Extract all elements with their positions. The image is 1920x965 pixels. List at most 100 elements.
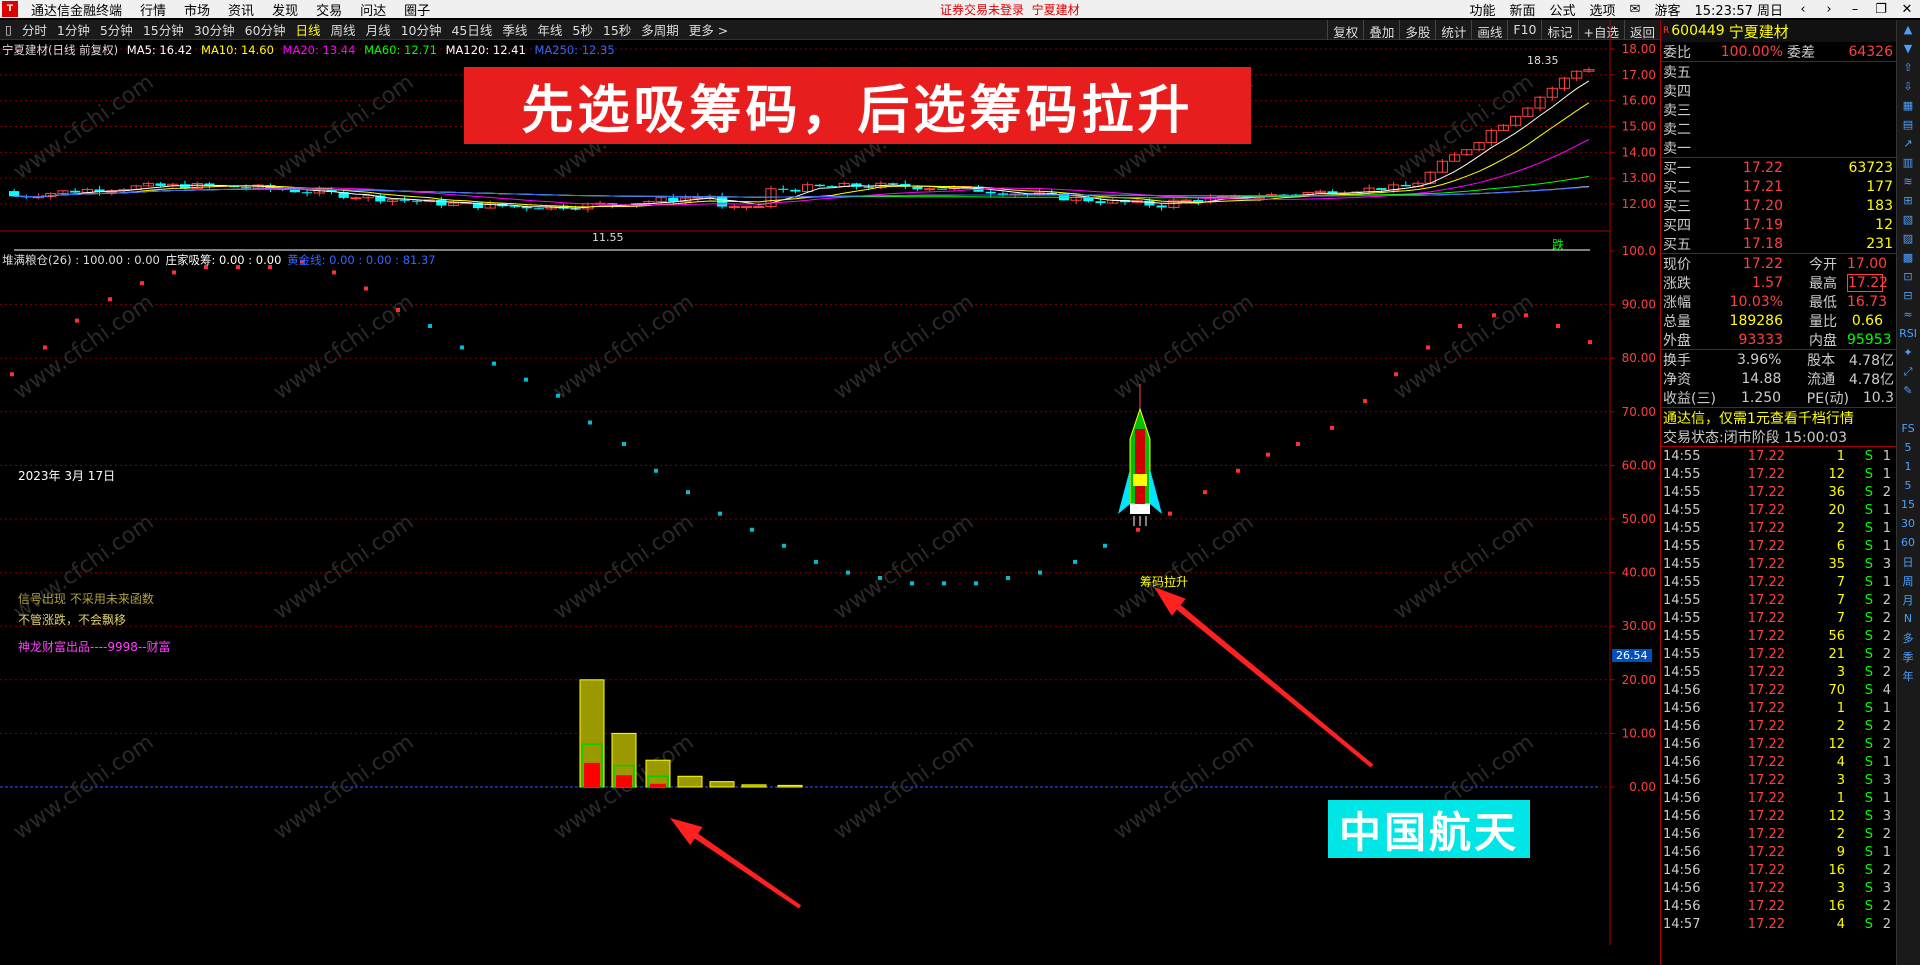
note-3: 神龙财富出品----9998--财富 <box>18 640 171 654</box>
indicator-bar-red <box>650 783 666 787</box>
side-tool-34[interactable]: 年 <box>1897 666 1919 685</box>
side-tool-0[interactable]: ▲ <box>1897 20 1919 39</box>
side-tool-20[interactable] <box>1897 400 1919 419</box>
buy-price: 17.20 <box>1742 197 1783 214</box>
side-tool-31[interactable]: N <box>1897 609 1919 628</box>
tick-row: 14:56 17.22 12 S 3 <box>1661 807 1896 825</box>
buy-row[interactable]: 买一 17.22 63723 <box>1661 158 1896 177</box>
side-tool-6[interactable]: ↗ <box>1897 134 1919 153</box>
tick-count: 1 <box>1882 790 1891 806</box>
tick-volume: 4 <box>1836 754 1845 770</box>
side-tool-19[interactable]: ✎ <box>1897 381 1919 400</box>
ind-tick-label: 50.00 <box>1622 512 1656 526</box>
indicator-dot <box>10 372 14 377</box>
sell-row[interactable]: 卖二 <box>1661 119 1896 138</box>
close-icon[interactable]: ✕ <box>1894 2 1920 17</box>
buy-row[interactable]: 买四 17.19 12 <box>1661 215 1896 234</box>
side-tool-21[interactable]: FS <box>1897 419 1919 438</box>
side-tool-9[interactable]: ⊞ <box>1897 191 1919 210</box>
fin-label-2: 流通 <box>1807 371 1836 388</box>
side-tool-4[interactable]: ▦ <box>1897 96 1919 115</box>
ind-tick-label: 80.00 <box>1622 351 1656 365</box>
side-tool-28[interactable]: 日 <box>1897 552 1919 571</box>
tick-side: S <box>1864 898 1873 914</box>
side-tool-17[interactable]: ✦ <box>1897 343 1919 362</box>
candle-body <box>570 208 581 210</box>
side-tool-10[interactable]: ▧ <box>1897 210 1919 229</box>
promo-text[interactable]: 通达信，仅需1元查看千档行情 <box>1661 408 1896 427</box>
tick-row: 14:56 17.22 9 S 1 <box>1661 843 1896 861</box>
indicator-dot <box>910 581 914 586</box>
tick-time: 14:55 <box>1663 556 1701 572</box>
tick-time: 14:56 <box>1663 790 1701 806</box>
candle-body <box>668 197 679 202</box>
indicator-dot <box>1458 324 1462 329</box>
tick-row: 14:55 17.22 1 S 1 <box>1661 447 1896 465</box>
side-tool-13[interactable]: ⊡ <box>1897 267 1919 286</box>
indicator-title-line: 堆满粮仓(26) : 100.00 : 0.00 庄家吸筹: 0.00 : 0.… <box>2 252 438 268</box>
tick-row: 14:56 17.22 3 S 3 <box>1661 879 1896 897</box>
side-tool-25[interactable]: 15 <box>1897 495 1919 514</box>
quote-label-1: 现价 <box>1663 256 1691 273</box>
tick-volume: 2 <box>1836 520 1845 536</box>
sell-row[interactable]: 卖四 <box>1661 81 1896 100</box>
side-tool-11[interactable]: ▨ <box>1897 229 1919 248</box>
sell-row[interactable]: 卖三 <box>1661 100 1896 119</box>
side-tool-1[interactable]: ▼ <box>1897 39 1919 58</box>
watermark: www.cfchi.com <box>269 290 418 405</box>
side-tool-33[interactable]: 季 <box>1897 647 1919 666</box>
side-tool-15[interactable]: ≈ <box>1897 305 1919 324</box>
restore-icon[interactable]: ❐ <box>1868 2 1894 17</box>
buy-row[interactable]: 买五 17.18 231 <box>1661 234 1896 253</box>
candle-body <box>155 183 166 186</box>
side-tool-5[interactable]: ▤ <box>1897 115 1919 134</box>
side-tool-22[interactable]: 5 <box>1897 438 1919 457</box>
tick-price: 17.22 <box>1747 574 1785 590</box>
side-tool-3[interactable]: ⇩ <box>1897 77 1919 96</box>
tick-time: 14:55 <box>1663 466 1701 482</box>
side-tool-8[interactable]: ≋ <box>1897 172 1919 191</box>
side-tool-12[interactable]: ▩ <box>1897 248 1919 267</box>
tick-price: 17.22 <box>1747 862 1785 878</box>
indicator-dot <box>428 324 432 329</box>
candle-body <box>1180 199 1192 202</box>
side-tool-7[interactable]: ▥ <box>1897 153 1919 172</box>
tick-row: 14:56 17.22 1 S 1 <box>1661 699 1896 717</box>
side-tool-16[interactable]: RSI <box>1897 324 1919 343</box>
sell-row[interactable]: 卖五 <box>1661 62 1896 81</box>
buy-row[interactable]: 买二 17.21 177 <box>1661 177 1896 196</box>
side-tool-18[interactable]: ⤢ <box>1897 362 1919 381</box>
side-tool-26[interactable]: 30 <box>1897 514 1919 533</box>
indicator-dot <box>1006 575 1010 580</box>
side-tool-30[interactable]: 月 <box>1897 590 1919 609</box>
tick-count: 3 <box>1882 808 1891 824</box>
side-tool-2[interactable]: ⇧ <box>1897 58 1919 77</box>
side-tool-32[interactable]: 多 <box>1897 628 1919 647</box>
side-tool-24[interactable]: 5 <box>1897 476 1919 495</box>
ind-tick-label: 40.00 <box>1622 566 1656 580</box>
tick-row: 14:55 17.22 3 S 2 <box>1661 663 1896 681</box>
sell-row[interactable]: 卖一 <box>1661 138 1896 157</box>
side-tool-strip: ▲ ▼ ⇧ ⇩ ▦ ▤ ↗ ▥ ≋ ⊞ ▧ ▨ ▩ ⊡ ⊟ ≈ RSI ✦ ⤢ ✎ FS 5 1 5 15 30 60 日周月 N 多季年 <box>1896 20 1920 965</box>
side-tool-29[interactable]: 周 <box>1897 571 1919 590</box>
fin-label-2: PE(动) <box>1806 390 1849 407</box>
side-tool-27[interactable]: 60 <box>1897 533 1919 552</box>
quote-row: 总量 189286 量比 0.66 <box>1661 311 1896 330</box>
back-icon[interactable]: ‹ <box>1790 2 1816 17</box>
minimize-icon[interactable]: – <box>1842 2 1868 17</box>
side-tool-23[interactable]: 1 <box>1897 457 1919 476</box>
tick-count: 2 <box>1882 862 1891 878</box>
buy-volume: 177 <box>1866 178 1893 195</box>
candle-body <box>985 191 996 194</box>
tick-time: 14:55 <box>1663 574 1701 590</box>
ma5-label: MA5: 16.42 <box>126 43 193 57</box>
candle-body <box>912 186 923 190</box>
tick-price: 17.22 <box>1747 790 1785 806</box>
tick-volume: 3 <box>1836 880 1845 896</box>
side-tool-14[interactable]: ⊟ <box>1897 286 1919 305</box>
indicator-dot <box>846 570 850 575</box>
forward-icon[interactable]: › <box>1816 2 1842 17</box>
tick-time: 14:56 <box>1663 880 1701 896</box>
indicator-dot <box>1296 441 1300 446</box>
buy-row[interactable]: 买三 17.20 183 <box>1661 196 1896 215</box>
